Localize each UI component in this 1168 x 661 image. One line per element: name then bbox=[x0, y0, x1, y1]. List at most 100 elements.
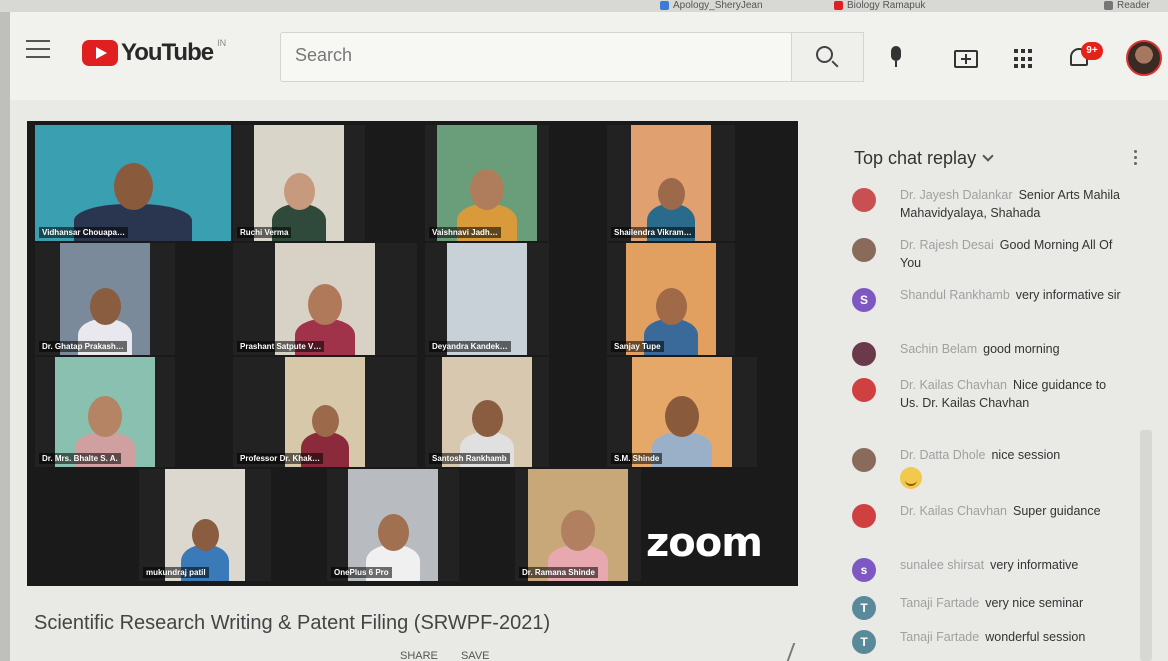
participant-tile[interactable]: Dr. Ramana Shinde bbox=[515, 469, 641, 581]
chat-message-text: good morning bbox=[983, 342, 1060, 356]
chat-message: T Tanaji Fartade wonderful session bbox=[852, 628, 1122, 654]
participant-tile[interactable]: Vaishnavi Jadh… bbox=[425, 125, 549, 241]
participant-name: Dr. Ghatap Prakash… bbox=[39, 341, 127, 352]
bookmark-favicon bbox=[834, 0, 843, 10]
chat-author-avatar[interactable]: s bbox=[852, 558, 876, 582]
participant-tile[interactable]: Vidhansar Chouapa… bbox=[35, 125, 231, 241]
participant-video bbox=[35, 125, 231, 241]
participant-tile[interactable]: Dr. Ghatap Prakash… bbox=[35, 243, 175, 355]
participant-tile[interactable]: Dr. Mrs. Bhalte S. A. bbox=[35, 357, 175, 467]
screen-bezel bbox=[0, 0, 10, 661]
participant-tile[interactable]: Deyandra Kandek… bbox=[425, 243, 549, 355]
notification-count-badge: 9+ bbox=[1081, 42, 1103, 60]
chat-message: Dr. Datta Dhole nice session bbox=[852, 446, 1122, 494]
chat-message-text: very nice seminar bbox=[985, 596, 1084, 610]
apps-grid-icon[interactable] bbox=[1014, 49, 1034, 69]
chat-author-name[interactable]: Dr. Kailas Chavhan bbox=[900, 504, 1007, 518]
participant-tile[interactable]: Shailendra Vikram… bbox=[607, 125, 735, 241]
youtube-logo[interactable]: YouTube IN bbox=[82, 38, 226, 68]
participant-tile[interactable]: Prashant Satpute V… bbox=[233, 243, 417, 355]
chat-message: Dr. Kailas Chavhan Nice guidance to Us. D… bbox=[852, 376, 1122, 412]
participant-tile[interactable]: mukundraj patil bbox=[139, 469, 271, 581]
participant-tile[interactable]: S.M. Shinde bbox=[607, 357, 757, 467]
chat-message: Dr. Jayesh Dalankar Senior Arts Mahila Ma… bbox=[852, 186, 1122, 222]
participant-tile[interactable]: OnePlus 6 Pro bbox=[327, 469, 459, 581]
chat-author-name[interactable]: Dr. Kailas Chavhan bbox=[900, 378, 1007, 392]
youtube-play-icon bbox=[82, 40, 118, 66]
participant-video bbox=[60, 243, 150, 355]
participant-video bbox=[55, 357, 155, 467]
chat-message-text: very informative bbox=[990, 558, 1079, 572]
participant-video bbox=[348, 469, 438, 581]
chat-scrollbar[interactable] bbox=[1140, 430, 1152, 661]
chat-author-name[interactable]: Tanaji Fartade bbox=[900, 630, 979, 644]
participant-video bbox=[632, 357, 732, 467]
search-placeholder: Search bbox=[295, 45, 353, 65]
search-input[interactable]: Search bbox=[280, 32, 792, 82]
chat-mode-selector[interactable]: Top chat replay bbox=[854, 148, 994, 169]
live-chat-panel: Top chat replay Dr. Jayesh Dalankar Senio… bbox=[838, 130, 1168, 661]
search-icon bbox=[816, 46, 833, 63]
participant-video bbox=[165, 469, 245, 581]
video-player[interactable]: Vidhansar Chouapa… Ruchi Verma Vaishnavi J… bbox=[27, 121, 798, 586]
participant-video bbox=[254, 125, 344, 241]
participant-name: S.M. Shinde bbox=[611, 453, 663, 464]
chat-message: Sachin Belam good morning bbox=[852, 340, 1122, 366]
chat-header-label: Top chat replay bbox=[854, 148, 977, 168]
chat-author-avatar[interactable] bbox=[852, 504, 876, 528]
chat-author-avatar[interactable]: T bbox=[852, 630, 876, 654]
participant-tile[interactable]: Sanjay Tupe bbox=[607, 243, 735, 355]
chat-message: s sunalee shirsat very informative bbox=[852, 556, 1122, 582]
search-button[interactable] bbox=[792, 32, 864, 82]
hamburger-menu-icon[interactable] bbox=[26, 40, 50, 60]
bookmark-item[interactable]: Apology_SheryJean bbox=[660, 0, 763, 11]
microphone-icon[interactable] bbox=[890, 46, 902, 68]
bookmark-label: Biology Ramapuk bbox=[847, 0, 926, 11]
chat-author-avatar[interactable]: S bbox=[852, 288, 876, 312]
participant-name: Professor Dr. Khak… bbox=[237, 453, 324, 464]
chat-author-avatar[interactable] bbox=[852, 188, 876, 212]
participant-name: Shailendra Vikram… bbox=[611, 227, 695, 238]
chat-author-name[interactable]: Tanaji Fartade bbox=[900, 596, 979, 610]
smiley-emoji-icon bbox=[900, 467, 922, 489]
chat-author-name[interactable]: sunalee shirsat bbox=[900, 558, 984, 572]
participant-name: Dr. Mrs. Bhalte S. A. bbox=[39, 453, 121, 464]
chat-message: T Tanaji Fartade very nice seminar bbox=[852, 594, 1122, 620]
chat-author-avatar[interactable] bbox=[852, 378, 876, 402]
share-button[interactable]: SHARE bbox=[400, 650, 438, 661]
bookmark-item[interactable]: Reader bbox=[1104, 0, 1150, 11]
chat-author-avatar[interactable] bbox=[852, 448, 876, 472]
bookmark-item[interactable]: Biology Ramapuk bbox=[834, 0, 925, 11]
participant-name: Prashant Satpute V… bbox=[237, 341, 325, 352]
more-options-icon[interactable] bbox=[1134, 150, 1138, 168]
video-title: Scientific Research Writing & Patent Fil… bbox=[34, 612, 551, 634]
participant-name: OnePlus 6 Pro bbox=[331, 567, 392, 578]
chat-message-text: very informative sir bbox=[1015, 288, 1121, 302]
chat-author-name[interactable]: Sachin Belam bbox=[900, 342, 977, 356]
chat-author-avatar[interactable] bbox=[852, 342, 876, 366]
participant-tile[interactable]: Santosh Rankhamb bbox=[425, 357, 549, 467]
create-video-icon[interactable] bbox=[954, 50, 978, 68]
chat-author-name[interactable]: Dr. Jayesh Dalankar bbox=[900, 188, 1013, 202]
bookmark-favicon bbox=[660, 0, 669, 10]
chat-message-text: nice session bbox=[991, 448, 1061, 462]
participant-name: Santosh Rankhamb bbox=[429, 453, 510, 464]
save-button[interactable]: SAVE bbox=[461, 650, 490, 661]
participant-tile[interactable]: Professor Dr. Khak… bbox=[233, 357, 417, 467]
participant-video bbox=[631, 125, 711, 241]
chat-author-avatar[interactable]: T bbox=[852, 596, 876, 620]
chat-author-name[interactable]: Dr. Rajesh Desai bbox=[900, 238, 994, 252]
chat-author-avatar[interactable] bbox=[852, 238, 876, 262]
chat-message-text: Super guidance bbox=[1013, 504, 1101, 518]
youtube-header: YouTube IN Search 9+ bbox=[10, 12, 1168, 100]
chat-message: Dr. Kailas Chavhan Super guidance bbox=[852, 502, 1122, 528]
account-avatar[interactable] bbox=[1126, 40, 1162, 76]
participant-video bbox=[442, 357, 532, 467]
video-actions: SHARE SAVE bbox=[400, 650, 510, 661]
participant-name: mukundraj patil bbox=[143, 567, 209, 578]
browser-bookmarks-bar: Apology_SheryJean Biology Ramapuk Reader bbox=[0, 0, 1168, 12]
chat-author-name[interactable]: Dr. Datta Dhole bbox=[900, 448, 985, 462]
participant-tile[interactable]: Ruchi Verma bbox=[233, 125, 365, 241]
participant-video bbox=[528, 469, 628, 581]
chat-author-name[interactable]: Shandul Rankhamb bbox=[900, 288, 1010, 302]
